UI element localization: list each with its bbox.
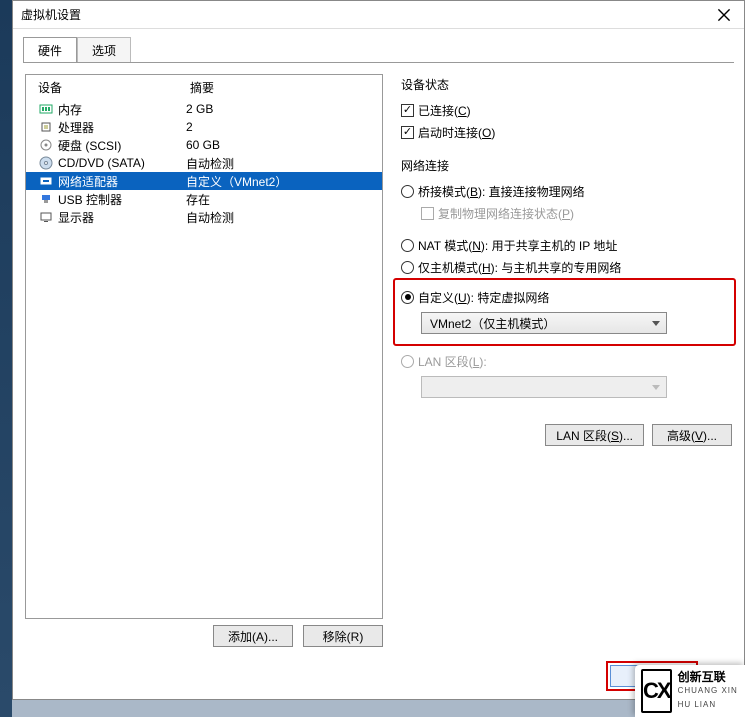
device-row-disk[interactable]: 硬盘 (SCSI) 60 GB	[26, 136, 382, 154]
label-custom: 自定义(U): 特定虚拟网络	[418, 289, 549, 306]
cpu-icon	[38, 119, 54, 135]
group-device-status: 设备状态 已连接(C) 启动时连接(O)	[401, 76, 732, 143]
device-list-header: 设备 摘要	[26, 75, 382, 100]
content-area: 设备 摘要 内存 2 GB 处理器 2 硬盘 (SCSI) 60 GB CD/D…	[13, 64, 744, 659]
vm-settings-window: 虚拟机设置 硬件 选项 设备 摘要 内存 2 GB 处理器 2	[12, 0, 745, 700]
radio-lan-segment	[401, 355, 414, 368]
memory-icon	[38, 101, 54, 117]
remove-button[interactable]: 移除(R)	[303, 625, 383, 647]
window-title: 虚拟机设置	[21, 6, 81, 23]
label-connected: 已连接(C)	[418, 102, 471, 119]
tabbar: 硬件 选项	[13, 29, 744, 63]
label-hostonly: 仅主机模式(H): 与主机共享的专用网络	[418, 259, 621, 276]
tab-options[interactable]: 选项	[77, 37, 131, 63]
highlight-custom-box: 自定义(U): 特定虚拟网络 VMnet2（仅主机模式）	[393, 278, 736, 346]
display-icon	[38, 209, 54, 225]
device-row-display[interactable]: 显示器 自动检测	[26, 208, 382, 226]
network-group-label: 网络连接	[401, 157, 732, 174]
close-button[interactable]	[704, 1, 744, 29]
group-network-connection: 网络连接 桥接模式(B): 直接连接物理网络 复制物理网络连接状态(P) NAT…	[401, 157, 732, 446]
label-bridged: 桥接模式(B): 直接连接物理网络	[418, 183, 585, 200]
device-row-usb[interactable]: USB 控制器 存在	[26, 190, 382, 208]
checkbox-connect-at-power[interactable]	[401, 126, 414, 139]
tab-hardware[interactable]: 硬件	[23, 37, 77, 63]
add-button[interactable]: 添加(A)...	[213, 625, 293, 647]
radio-bridged[interactable]	[401, 185, 414, 198]
label-nat: NAT 模式(N): 用于共享主机的 IP 地址	[418, 237, 617, 254]
head-summary: 摘要	[190, 79, 382, 96]
radio-custom[interactable]	[401, 291, 414, 304]
dropdown-lan-segment	[421, 376, 667, 398]
checkbox-replicate	[421, 207, 434, 220]
brand-mark: CX	[641, 669, 672, 713]
label-connect-at-power: 启动时连接(O)	[418, 124, 495, 141]
device-row-cddvd[interactable]: CD/DVD (SATA) 自动检测	[26, 154, 382, 172]
radio-hostonly[interactable]	[401, 261, 414, 274]
advanced-button[interactable]: 高级(V)...	[652, 424, 732, 446]
label-lan-segment: LAN 区段(L):	[418, 353, 487, 370]
device-row-cpu[interactable]: 处理器 2	[26, 118, 382, 136]
brand-watermark: CX 创新互联 CHUANG XIN HU LIAN	[635, 665, 745, 717]
lan-segments-button[interactable]: LAN 区段(S)...	[545, 424, 644, 446]
desktop-background	[0, 0, 12, 717]
close-icon	[717, 8, 731, 22]
left-column: 设备 摘要 内存 2 GB 处理器 2 硬盘 (SCSI) 60 GB CD/D…	[25, 74, 383, 647]
nic-icon	[38, 173, 54, 189]
device-row-network[interactable]: 网络适配器 自定义（VMnet2）	[26, 172, 382, 190]
checkbox-connected[interactable]	[401, 104, 414, 117]
device-action-buttons: 添加(A)... 移除(R)	[25, 625, 383, 647]
device-row-memory[interactable]: 内存 2 GB	[26, 100, 382, 118]
titlebar: 虚拟机设置	[13, 1, 744, 29]
label-replicate: 复制物理网络连接状态(P)	[438, 205, 574, 222]
chevron-down-icon	[652, 385, 660, 390]
network-buttons: LAN 区段(S)... 高级(V)...	[401, 424, 732, 446]
brand-text: 创新互联 CHUANG XIN HU LIAN	[678, 670, 745, 712]
radio-nat[interactable]	[401, 239, 414, 252]
disk-icon	[38, 137, 54, 153]
head-device: 设备	[38, 79, 190, 96]
device-list: 设备 摘要 内存 2 GB 处理器 2 硬盘 (SCSI) 60 GB CD/D…	[25, 74, 383, 619]
usb-icon	[38, 191, 54, 207]
chevron-down-icon	[652, 321, 660, 326]
dropdown-custom-value: VMnet2（仅主机模式）	[430, 315, 555, 332]
dropdown-custom-vmnet[interactable]: VMnet2（仅主机模式）	[421, 312, 667, 334]
status-group-label: 设备状态	[401, 76, 732, 93]
tab-divider	[23, 62, 734, 63]
cd-icon	[38, 155, 54, 171]
right-column: 设备状态 已连接(C) 启动时连接(O) 网络连接 桥接模式(B): 直接连接物…	[395, 74, 732, 647]
